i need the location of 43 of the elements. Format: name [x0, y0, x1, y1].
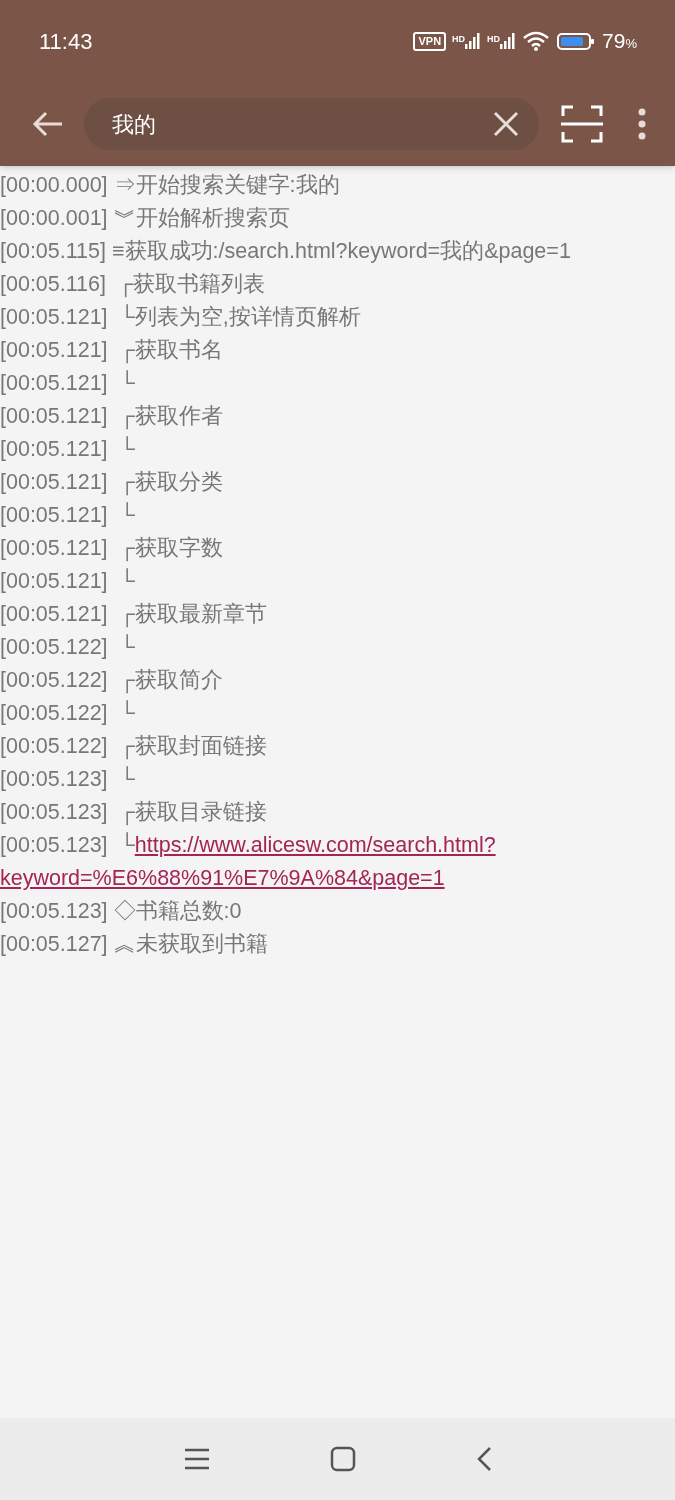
search-field[interactable]: 我的 — [84, 98, 539, 150]
status-time: 11:43 — [39, 27, 93, 56]
network-type-label: HD — [452, 35, 466, 44]
log-line: [00:05.122] └ — [0, 699, 136, 727]
log-line: [00:05.121] └列表为空,按详情页解析 — [0, 303, 362, 331]
log-line: [00:05.116] ┌获取书籍列表 — [0, 271, 267, 300]
log-line: [00:05.121] ┌获取最新章节 — [0, 601, 268, 630]
signal-icon — [500, 33, 517, 49]
log-link[interactable]: keyword=%E6%88%91%E7%9A%84&page=1 — [0, 866, 445, 890]
wifi-icon — [522, 30, 551, 52]
log-line: [00:05.121] ┌获取分类 — [0, 469, 224, 498]
log-line: [00:05.127] ︽未获取到书籍 — [0, 931, 269, 958]
menu-icon[interactable] — [183, 1448, 210, 1470]
log-line: [00:05.121] └ — [0, 369, 136, 397]
log-line: [00:05.123] ┌获取目录链接 — [0, 799, 268, 828]
log-link[interactable]: https://www.alicesw.com/search.html? — [134, 829, 496, 862]
search-input[interactable]: 我的 — [112, 107, 493, 141]
log-line: [00:05.121] └ — [0, 435, 136, 463]
scan-icon[interactable] — [561, 104, 603, 144]
log-line: [00:05.122] ┌获取封面链接 — [0, 733, 268, 762]
back-nav-icon[interactable] — [475, 1446, 492, 1472]
battery-percent: 79% — [602, 28, 637, 55]
log-line: [00:00.001] ︾开始解析搜索页 — [0, 205, 291, 232]
close-icon[interactable] — [493, 111, 519, 137]
log-line: [00:05.123] ◇书籍总数:0 — [0, 898, 243, 925]
log-line: [00:05.122] ┌获取简介 — [0, 667, 224, 696]
log-line: [00:05.123] └ — [0, 831, 135, 859]
back-icon[interactable] — [32, 110, 64, 138]
log-line: [00:05.121] ┌获取字数 — [0, 535, 224, 564]
network-type-label: HD — [487, 35, 501, 44]
log-line: [00:05.123] └ — [0, 765, 136, 793]
log-line: [00:05.121] └ — [0, 501, 136, 529]
log-line: [00:05.121] ┌获取书名 — [0, 337, 224, 366]
home-icon[interactable] — [329, 1446, 356, 1472]
log-line: [00:05.122] └ — [0, 633, 136, 661]
battery-icon — [556, 31, 597, 51]
vpn-badge: VPN — [413, 31, 447, 51]
log-line: [00:00.000] ⇒开始搜索关键字:我的 — [0, 172, 341, 199]
log-line: [00:05.121] └ — [0, 567, 136, 595]
log-line: [00:05.121] ┌获取作者 — [0, 403, 224, 432]
more-icon[interactable] — [637, 108, 647, 140]
signal-icon — [465, 33, 482, 49]
log-line: [00:05.115] ≡获取成功:/search.html?keyword=我的&page=1 — [0, 238, 572, 265]
